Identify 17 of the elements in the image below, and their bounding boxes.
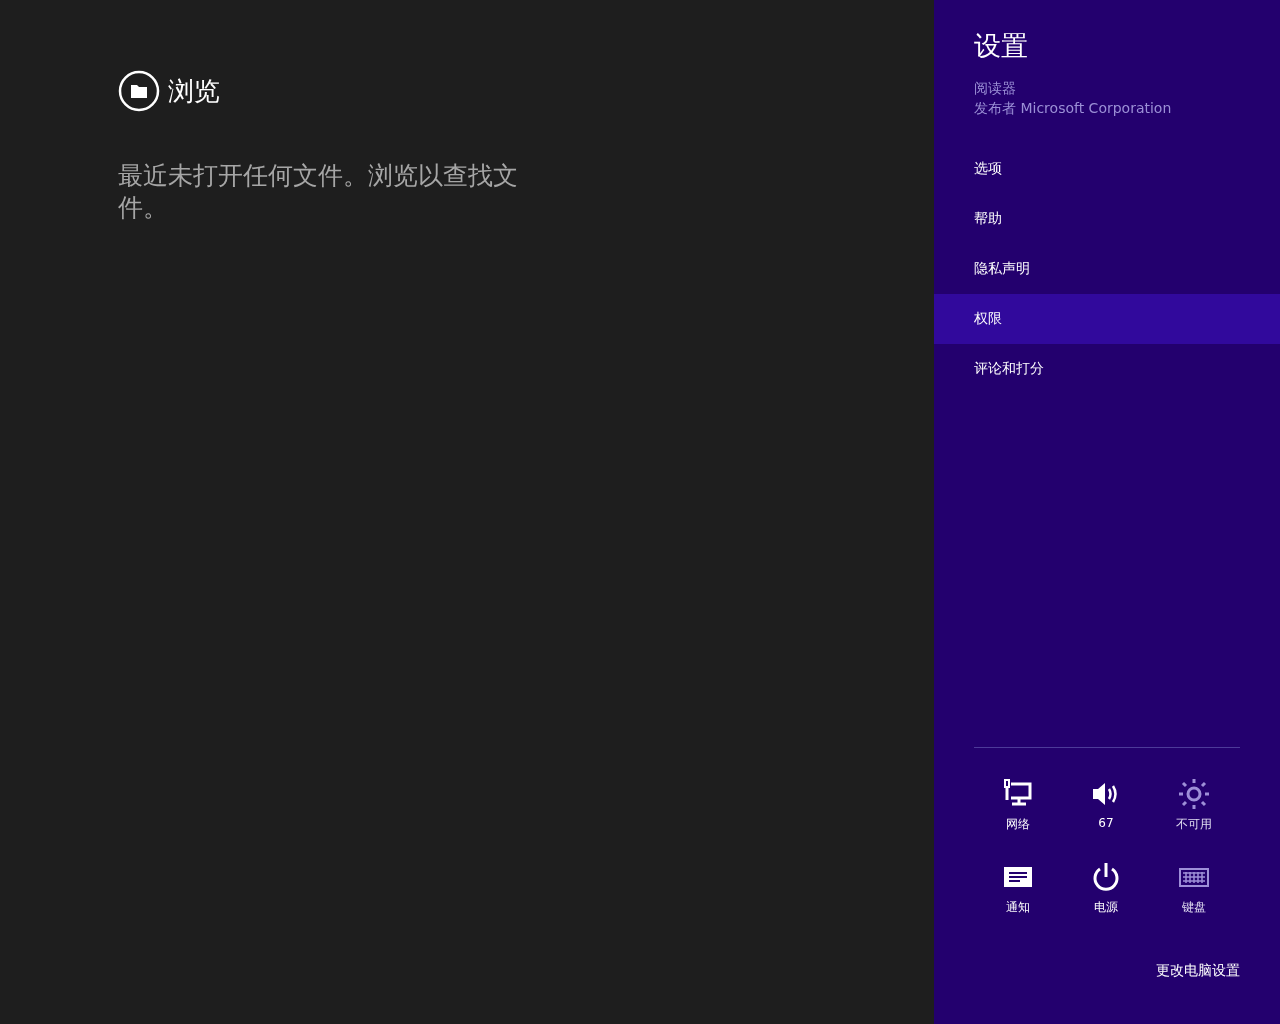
quick-setting-button[interactable]: 67 bbox=[1062, 776, 1150, 835]
browse-button[interactable]: 浏览 bbox=[118, 70, 220, 112]
folder-icon bbox=[118, 70, 160, 112]
app-name: 阅读器 bbox=[974, 79, 1017, 98]
settings-menu-item[interactable]: 隐私声明 bbox=[934, 244, 1280, 294]
settings-menu-item[interactable]: 选项 bbox=[934, 144, 1280, 194]
quick-setting-button[interactable]: 通知 bbox=[974, 859, 1062, 918]
settings-menu-item[interactable]: 权限 bbox=[934, 294, 1280, 344]
quick-setting-button[interactable]: 电源 bbox=[1062, 859, 1150, 918]
empty-message: 最近未打开任何文件。浏览以查找文件。 bbox=[118, 160, 519, 224]
quick-setting-button[interactable]: 网络 bbox=[974, 776, 1062, 835]
settings-menu-item[interactable]: 评论和打分 bbox=[934, 344, 1280, 394]
sun-icon bbox=[1178, 778, 1210, 810]
publisher-text: 发布者 Microsoft Corporation bbox=[974, 99, 1173, 118]
settings-menu-item[interactable]: 帮助 bbox=[934, 194, 1280, 244]
panel-title: 设置 bbox=[974, 29, 1029, 63]
change-pc-settings-link[interactable]: 更改电脑设置 bbox=[1156, 962, 1240, 980]
